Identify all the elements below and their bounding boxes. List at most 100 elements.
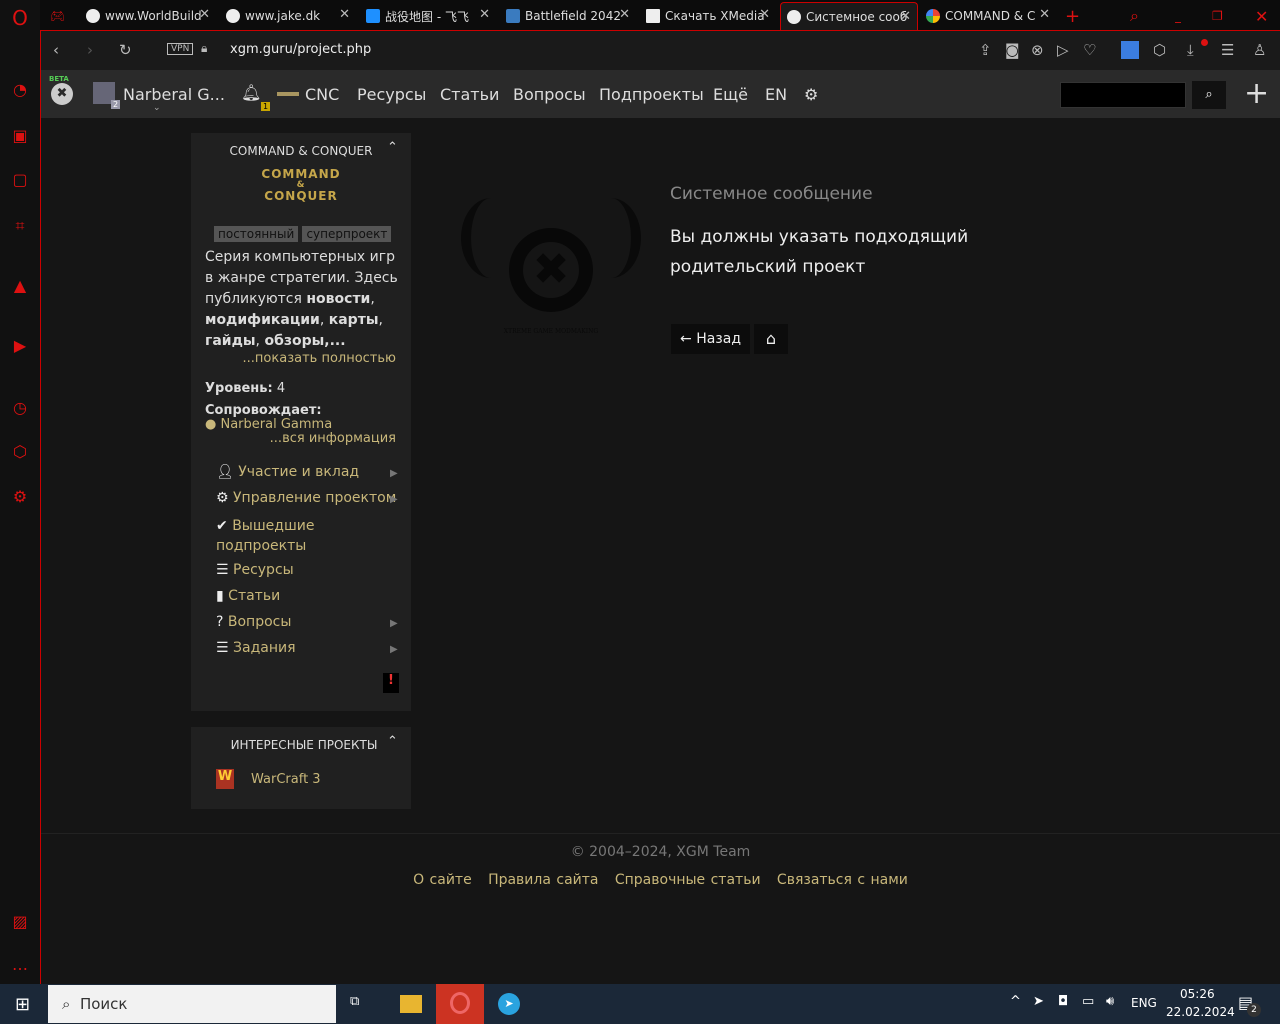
all-info-link[interactable]: ...вся информация: [270, 431, 396, 446]
minimize-button[interactable]: _: [1175, 4, 1181, 28]
gx-icon[interactable]: 🎮︎: [50, 4, 70, 28]
url-field[interactable]: xgm.guru/project.php: [230, 42, 371, 57]
new-tab-button[interactable]: +: [1065, 4, 1080, 28]
windows-start-icon[interactable]: ⊞: [15, 994, 30, 1015]
back-button[interactable]: ← Назад: [671, 324, 750, 354]
close-icon[interactable]: ✕: [479, 7, 490, 22]
nav-lang[interactable]: EN: [765, 85, 787, 104]
clock-date[interactable]: 22.02.2024: [1166, 1005, 1235, 1019]
send-icon[interactable]: ▷: [1057, 41, 1069, 59]
more-icon[interactable]: …: [10, 955, 30, 975]
footer-link-help[interactable]: Справочные статьи: [615, 872, 761, 888]
nav-questions[interactable]: Вопросы: [513, 85, 586, 104]
menu-contribution[interactable]: 👤︎ Участие и вклад: [216, 464, 359, 480]
bell-icon[interactable]: 🔔︎: [241, 83, 261, 102]
opera-taskbar-icon[interactable]: [436, 984, 484, 1024]
language-indicator[interactable]: ENG: [1131, 996, 1157, 1010]
aria-icon[interactable]: ▲: [10, 276, 30, 296]
bag-icon[interactable]: ▣: [10, 126, 30, 146]
close-icon[interactable]: ✕: [1039, 7, 1050, 22]
footer-link-about[interactable]: О сайте: [413, 872, 472, 888]
reload-icon[interactable]: ↻: [119, 41, 132, 59]
tab-active[interactable]: Системное сооб ✕: [780, 2, 918, 31]
menu-questions[interactable]: ? Вопросы: [216, 614, 291, 630]
nav-subprojects[interactable]: Подпроекты: [599, 85, 704, 104]
volume-icon[interactable]: 🔊︎: [1106, 994, 1114, 1009]
project-link[interactable]: WarCraft 3: [251, 772, 321, 787]
collapse-icon[interactable]: ⌃: [387, 140, 398, 155]
menu-articles[interactable]: ▮ Статьи: [216, 588, 280, 604]
search-input[interactable]: [1060, 82, 1186, 108]
menu-tasks[interactable]: ☰ Задания: [216, 640, 296, 656]
menu-management[interactable]: ⚙ Управление проектом: [216, 490, 396, 506]
maximize-button[interactable]: ❐: [1212, 4, 1223, 28]
tab[interactable]: www.WorldBuild ✕: [86, 4, 210, 28]
search-tabs-icon[interactable]: ⌕: [1130, 4, 1139, 28]
twitch-icon[interactable]: ▢: [10, 170, 30, 190]
task-view-icon[interactable]: ⧉: [350, 994, 359, 1009]
close-icon[interactable]: ✕: [900, 9, 911, 24]
tab[interactable]: Battlefield 2042 ✕: [506, 4, 630, 28]
heart-icon[interactable]: ♡: [1083, 41, 1096, 59]
network-icon[interactable]: ▭: [1082, 994, 1094, 1009]
tab[interactable]: COMMAND & C ✕: [926, 4, 1050, 28]
gear-icon[interactable]: ⚙: [804, 85, 818, 104]
camera-tray-icon[interactable]: ◘: [1058, 994, 1068, 1009]
tag[interactable]: суперпроект: [302, 226, 392, 242]
cube-icon[interactable]: ⬡: [10, 442, 30, 462]
nav-articles[interactable]: Статьи: [440, 85, 499, 104]
download-icon[interactable]: ⤓: [1187, 41, 1194, 59]
close-icon[interactable]: ✕: [339, 7, 350, 22]
easy-setup-icon[interactable]: ☰: [1221, 41, 1234, 59]
back-icon[interactable]: ‹: [53, 41, 59, 59]
player-icon[interactable]: ▶: [10, 336, 30, 356]
settings-icon[interactable]: ⚙: [10, 487, 30, 507]
footer-link-rules[interactable]: Правила сайта: [488, 872, 598, 888]
close-icon[interactable]: ✕: [759, 7, 770, 22]
opera-logo-icon[interactable]: O: [10, 8, 30, 28]
footer-link-contact[interactable]: Связаться с нами: [777, 872, 908, 888]
cube-icon[interactable]: ⬡: [1153, 41, 1166, 59]
tags: постоянный суперпроект: [214, 226, 392, 242]
home-button[interactable]: ⌂: [754, 324, 788, 354]
translate-icon[interactable]: [1121, 41, 1139, 59]
address-bar: ‹ › ↻ VPN 🔒︎ xgm.guru/project.php ⇪ ◙ ⊗ …: [41, 31, 1280, 70]
show-more-link[interactable]: ...показать полностью: [243, 351, 396, 366]
history-icon[interactable]: ◷: [10, 398, 30, 418]
xgm-logo-icon[interactable]: ✖: [51, 83, 73, 105]
nav-cnc[interactable]: CNC: [305, 85, 339, 104]
report-button[interactable]: !: [383, 673, 399, 693]
add-icon[interactable]: +: [1244, 76, 1269, 111]
adblock-icon[interactable]: ⊗: [1031, 41, 1044, 59]
clock-time[interactable]: 05:26: [1180, 987, 1215, 1001]
close-window-button[interactable]: ✕: [1255, 4, 1268, 28]
search-button[interactable]: ⌕: [1192, 81, 1226, 109]
close-icon[interactable]: ✕: [199, 7, 210, 22]
tab[interactable]: 战役地图 - 飞飞 ✕: [366, 4, 490, 28]
telegram-tray-icon[interactable]: ➤: [1033, 994, 1044, 1009]
camera-icon[interactable]: ◙: [1005, 41, 1020, 59]
share-icon[interactable]: ⇪: [979, 41, 992, 59]
tag[interactable]: постоянный: [214, 226, 299, 242]
menu-resources[interactable]: ☰ Ресурсы: [216, 562, 294, 578]
close-icon[interactable]: ✕: [619, 7, 630, 22]
user-menu[interactable]: Narberal G...: [123, 85, 225, 104]
tab[interactable]: www.jake.dk ✕: [226, 4, 350, 28]
telegram-icon[interactable]: ➤: [498, 993, 520, 1015]
collapse-icon[interactable]: ⌃: [387, 734, 398, 749]
menu-subprojects[interactable]: ✔ Вышедшие подпроекты: [216, 516, 396, 556]
tab[interactable]: Скачать XMedia ✕: [646, 4, 770, 28]
file-explorer-icon[interactable]: [400, 995, 422, 1013]
extension-icon[interactable]: ⌗: [10, 216, 30, 236]
speed-dial-icon[interactable]: ◔: [10, 80, 30, 100]
forward-icon[interactable]: ›: [87, 41, 93, 59]
nav-resources[interactable]: Ресурсы: [357, 85, 426, 104]
tray-chevron-icon[interactable]: ^: [1010, 994, 1021, 1009]
gallery-icon[interactable]: ▨: [10, 912, 30, 932]
taskbar-search[interactable]: ⌕ Поиск: [48, 985, 336, 1023]
vpn-badge[interactable]: VPN: [167, 43, 194, 55]
chevron-right-icon: ▶: [390, 494, 398, 505]
nav-more[interactable]: Ещё: [713, 85, 748, 104]
profile-icon[interactable]: ♙: [1253, 41, 1266, 59]
maintainer-link[interactable]: Narberal Gamma: [220, 417, 332, 432]
